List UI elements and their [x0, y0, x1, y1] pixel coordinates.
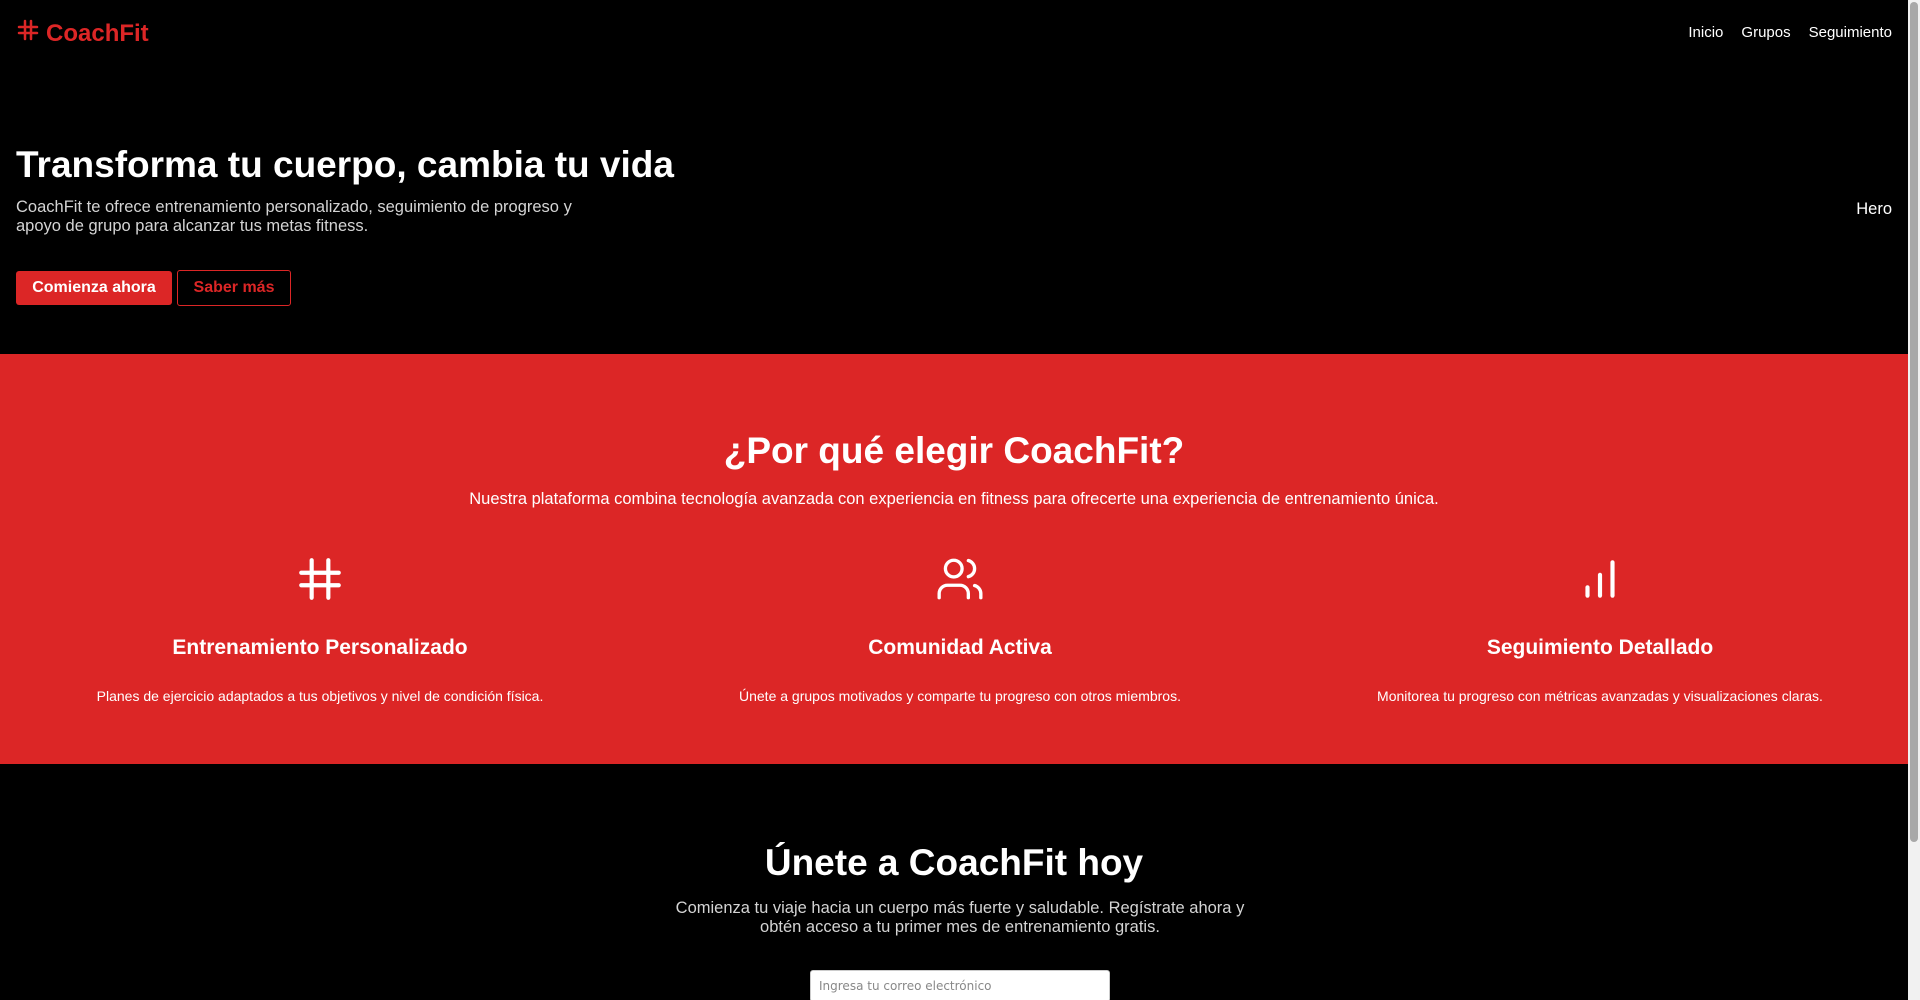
hero-title: Transforma tu cuerpo, cambia tu vida — [16, 144, 674, 185]
logo-text: CoachFit — [46, 19, 149, 47]
scrollbar-thumb[interactable] — [1910, 2, 1918, 842]
hashtag-icon — [16, 18, 40, 49]
feature-card-personalized: Entrenamiento Personalizado Planes de ej… — [20, 554, 620, 704]
nav-link-grupos[interactable]: Grupos — [1741, 24, 1790, 41]
feature-description: Monitorea tu progreso con métricas avanz… — [1377, 688, 1823, 704]
users-icon — [660, 554, 1260, 602]
page-scrollbar[interactable] — [1908, 0, 1920, 1000]
feature-title: Entrenamiento Personalizado — [172, 636, 468, 659]
feature-description: Únete a grupos motivados y comparte tu p… — [739, 688, 1181, 704]
hero-image-placeholder: Hero — [1856, 200, 1892, 218]
nav-link-inicio[interactable]: Inicio — [1688, 24, 1723, 41]
cta-section: Únete a CoachFit hoy Comienza tu viaje h… — [0, 764, 1908, 1000]
feature-title: Comunidad Activa — [868, 636, 1052, 659]
feature-title: Seguimiento Detallado — [1486, 636, 1714, 659]
nav-link-seguimiento[interactable]: Seguimiento — [1809, 24, 1892, 41]
bar-chart-icon — [1300, 554, 1900, 602]
hero-section: Transforma tu cuerpo, cambia tu vida Coa… — [0, 64, 1908, 354]
features-subtitle: Nuestra plataforma combina tecnología av… — [469, 490, 1439, 508]
feature-card-community: Comunidad Activa Únete a grupos motivado… — [660, 554, 1260, 704]
start-now-button[interactable]: Comienza ahora — [16, 271, 172, 305]
hashtag-icon — [20, 554, 620, 602]
logo[interactable]: CoachFit — [16, 18, 149, 49]
site-header: CoachFit Inicio Grupos Seguimiento — [0, 0, 1908, 64]
features-title: ¿Por qué elegir CoachFit? — [723, 430, 1185, 471]
main-nav: Inicio Grupos Seguimiento — [1688, 24, 1892, 41]
feature-card-tracking: Seguimiento Detallado Monitorea tu progr… — [1300, 554, 1900, 704]
email-input[interactable] — [810, 970, 1110, 1000]
cta-description: Comienza tu viaje hacia un cuerpo más fu… — [675, 899, 1245, 936]
hero-description: CoachFit te ofrece entrenamiento persona… — [16, 198, 572, 235]
features-section: ¿Por qué elegir CoachFit? Nuestra plataf… — [0, 354, 1908, 764]
learn-more-button[interactable]: Saber más — [177, 270, 291, 306]
cta-title: Únete a CoachFit hoy — [764, 842, 1144, 883]
feature-description: Planes de ejercicio adaptados a tus obje… — [96, 688, 544, 704]
